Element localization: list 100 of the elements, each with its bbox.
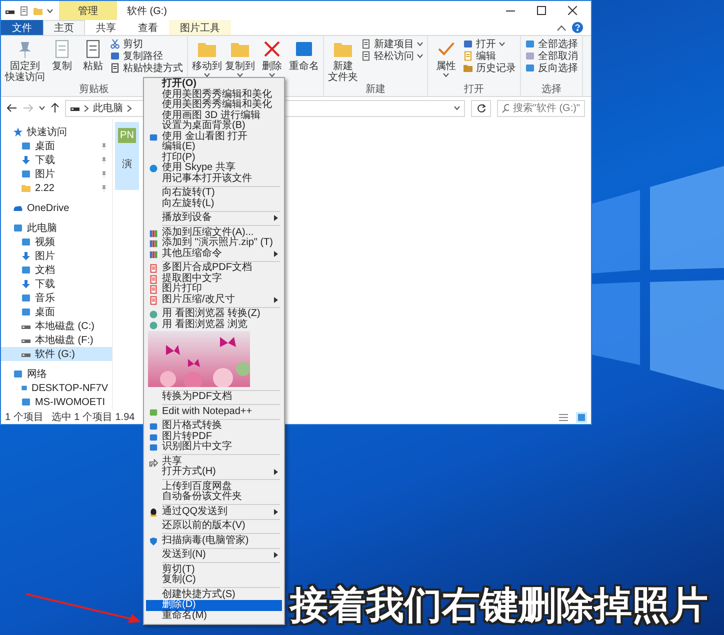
ribbon-button[interactable]: 新建 文件夹 xyxy=(328,37,358,83)
nav-item[interactable]: 此电脑 xyxy=(1,221,112,235)
ribbon-button[interactable]: 重命名 xyxy=(289,37,319,72)
menu-item[interactable]: 用 看图浏览器 浏览 xyxy=(146,320,282,330)
menu-item[interactable]: 打开(O) xyxy=(146,79,282,90)
ribbon-button[interactable]: 打开 xyxy=(463,38,516,50)
ribbon-button[interactable]: 粘贴 xyxy=(79,37,107,72)
nav-item[interactable]: 网络 xyxy=(1,367,112,381)
menu-item[interactable]: 向右旋转(T) xyxy=(146,188,282,198)
menu-item[interactable]: 其他压缩命令 xyxy=(146,248,282,259)
search-field[interactable]: 搜索"软件 (G:)" xyxy=(497,100,585,116)
document-icon xyxy=(149,264,158,273)
menu-item[interactable]: 使用美图秀秀编辑和美化 xyxy=(146,90,282,100)
chevron-up-icon[interactable] xyxy=(557,24,566,30)
menu-item[interactable]: 通过QQ发送到 xyxy=(146,506,282,517)
ribbon-button[interactable]: 全部取消 xyxy=(525,50,578,62)
ribbon-button[interactable]: 反向选择 xyxy=(525,62,578,74)
nav-item[interactable]: 快速访问 xyxy=(1,125,112,139)
menu-item[interactable]: 添加到压缩文件(A)... xyxy=(146,228,282,238)
menu-item[interactable]: 使用 Skype 共享 xyxy=(146,163,282,174)
menu-item[interactable]: 还原以前的版本(V) xyxy=(146,521,282,532)
nav-item[interactable]: 下载 xyxy=(1,277,112,291)
menu-item[interactable]: 重命名(M) xyxy=(146,610,282,621)
books-icon xyxy=(149,228,158,238)
file-tile[interactable]: PN 演 xyxy=(115,122,139,190)
ribbon-tab[interactable]: 查看 xyxy=(127,20,169,35)
ribbon-button[interactable]: 复制 xyxy=(48,37,76,72)
menu-item[interactable]: 提取图中文字 xyxy=(146,274,282,284)
menu-item[interactable]: 使用美图秀秀编辑和美化 xyxy=(146,100,282,110)
nav-item[interactable]: 本地磁盘 (C:) xyxy=(1,319,112,333)
nav-item[interactable]: 音乐 xyxy=(1,291,112,305)
nav-item[interactable]: 下载 xyxy=(1,153,112,167)
menu-item[interactable]: 使用画图 3D 进行编辑 xyxy=(146,110,282,121)
menu-item[interactable]: 复制(C) xyxy=(146,575,282,586)
ribbon-button[interactable]: 轻松访问 xyxy=(361,50,423,62)
ribbon-button[interactable]: 编辑 xyxy=(463,50,516,62)
ribbon-button[interactable]: 属性 xyxy=(432,37,460,78)
menu-item[interactable]: 图片格式转换 xyxy=(146,421,282,432)
ribbon-tab[interactable]: 文件 xyxy=(1,20,43,35)
maximize-icon[interactable] xyxy=(537,6,546,15)
menu-item[interactable]: 删除(D) xyxy=(146,600,282,610)
nav-item[interactable]: 图片 xyxy=(1,249,112,263)
menu-item[interactable]: 转换为PDF文档 xyxy=(146,392,282,402)
ribbon-button[interactable]: 粘贴快捷方式 xyxy=(110,62,183,74)
details-view-icon[interactable] xyxy=(559,412,568,422)
ribbon-button[interactable]: 历史记录 xyxy=(463,62,516,74)
star-icon xyxy=(13,127,23,137)
nav-item[interactable]: DESKTOP-NF7V xyxy=(1,381,112,395)
menu-item[interactable]: 识别图片中文字 xyxy=(146,442,282,452)
menu-item[interactable]: Edit with Notepad++ xyxy=(146,406,282,417)
menu-item[interactable]: 播放到设备 xyxy=(146,213,282,224)
menu-item[interactable]: 图片转PDF xyxy=(146,432,282,442)
close-icon[interactable] xyxy=(568,6,577,15)
ribbon-button[interactable]: 复制到 xyxy=(225,37,255,78)
nav-item[interactable]: 图片 xyxy=(1,167,112,181)
menu-item[interactable]: 图片打印 xyxy=(146,284,282,294)
menu-item[interactable]: 打印(P) xyxy=(146,152,282,163)
nav-item[interactable]: MS-IWOMOETI xyxy=(1,395,112,409)
ribbon-button[interactable]: 删除 xyxy=(258,37,286,78)
menu-item[interactable]: 创建快捷方式(S) xyxy=(146,590,282,600)
menu-item[interactable]: 剪切(T) xyxy=(146,564,282,575)
ribbon-button[interactable]: 剪切 xyxy=(110,38,183,50)
menu-item[interactable]: 打开方式(H) xyxy=(146,467,282,478)
menu-item[interactable]: 添加到 "演示照片.zip" (T) xyxy=(146,238,282,248)
menu-item[interactable]: 向左旋转(L) xyxy=(146,198,282,209)
menu-item[interactable]: 多图片合成PDF文档 xyxy=(146,263,282,274)
menu-item[interactable]: 编辑(E) xyxy=(146,142,282,152)
menu-item[interactable]: 图片压缩/改尺寸 xyxy=(146,294,282,305)
ribbon-button[interactable]: 移动到 xyxy=(192,37,222,78)
tiles-view-icon[interactable] xyxy=(576,412,587,422)
menu-item[interactable]: 设置为桌面背景(B) xyxy=(146,121,282,132)
menu-item[interactable]: 发送到(N) xyxy=(146,550,282,560)
nav-item[interactable]: OneDrive xyxy=(1,201,112,215)
document-icon xyxy=(149,296,158,304)
menu-item[interactable]: 上传到百度网盘 xyxy=(146,482,282,492)
ribbon-tab[interactable]: 共享 xyxy=(85,20,127,35)
nav-item[interactable]: 桌面 xyxy=(1,305,112,319)
menu-item[interactable]: 扫描病毒(电脑管家) xyxy=(146,536,282,546)
menu-item[interactable]: 自动备份该文件夹 xyxy=(146,492,282,502)
nav-item[interactable]: 桌面 xyxy=(1,139,112,153)
nav-item[interactable]: 文档 xyxy=(1,263,112,277)
nav-item[interactable]: 2.22 xyxy=(1,181,112,195)
nav-item[interactable]: 视频 xyxy=(1,235,112,249)
nav-item[interactable]: 本地磁盘 (F:) xyxy=(1,333,112,347)
back-arrow-icon[interactable] xyxy=(7,104,17,112)
help-icon[interactable] xyxy=(572,22,583,33)
ribbon-button[interactable]: 复制路径 xyxy=(110,50,183,62)
menu-item[interactable]: 用 看图浏览器 转换(Z) xyxy=(146,309,282,320)
refresh-button[interactable] xyxy=(471,100,491,116)
breadcrumb[interactable]: 此电脑 xyxy=(93,101,123,115)
ribbon-tab[interactable]: 主页 xyxy=(43,20,85,35)
menu-item[interactable]: 使用 金山看图 打开 xyxy=(146,132,282,142)
ribbon-button[interactable]: 固定到 快速访问 xyxy=(5,37,45,83)
ribbon-button[interactable]: 全部选择 xyxy=(525,38,578,50)
menu-item[interactable]: 用记事本打开该文件 xyxy=(146,174,282,184)
ribbon-button[interactable]: 新建项目 xyxy=(361,38,423,50)
up-arrow-icon[interactable] xyxy=(51,103,59,113)
nav-item[interactable]: 软件 (G:) xyxy=(1,347,112,361)
menu-item[interactable]: 共享 xyxy=(146,456,282,467)
ribbon-tab[interactable]: 图片工具 xyxy=(169,20,231,35)
